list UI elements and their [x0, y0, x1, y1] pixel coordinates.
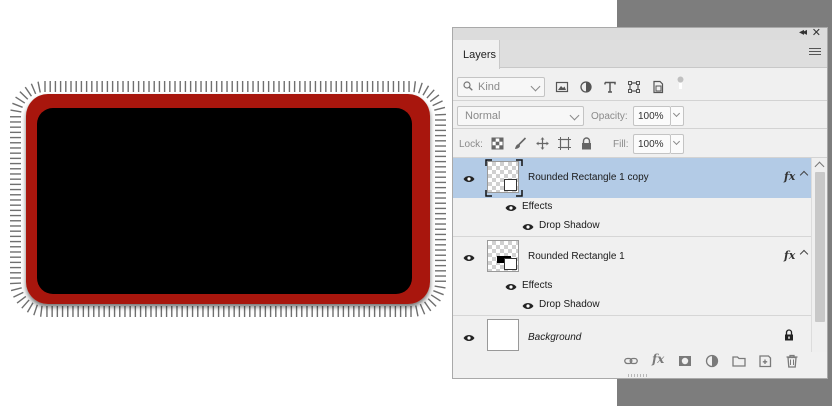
fill-dropdown[interactable]	[671, 134, 684, 154]
effects-label: Effects	[522, 201, 553, 212]
lock-icon	[785, 329, 793, 341]
effects-row[interactable]: Effects	[453, 277, 811, 296]
eye-icon[interactable]	[505, 204, 517, 212]
vector-mask-icon	[504, 179, 517, 191]
effect-row-drop-shadow[interactable]: Drop Shadow	[453, 217, 811, 236]
effect-name: Drop Shadow	[539, 220, 600, 231]
trash-icon[interactable]	[785, 354, 799, 368]
close-icon[interactable]: ✕	[812, 26, 821, 39]
lock-position-icon[interactable]	[536, 137, 549, 150]
pixel-filter-icon[interactable]	[555, 80, 569, 94]
eye-icon[interactable]	[522, 223, 534, 231]
effects-label: Effects	[522, 280, 553, 291]
selection-corners	[485, 159, 523, 197]
scroll-thumb[interactable]	[815, 172, 825, 322]
lock-label: Lock:	[459, 139, 483, 150]
blend-mode-select[interactable]: Normal	[457, 106, 584, 126]
fill-input[interactable]: 100%	[633, 134, 671, 154]
filter-toggle-icon[interactable]	[677, 76, 684, 89]
eye-icon[interactable]	[463, 254, 475, 262]
opacity-label: Opacity:	[591, 111, 628, 122]
layer-row-rounded-rectangle-1[interactable]: Rounded Rectangle 1 fx	[453, 237, 811, 277]
layer-thumbnail	[487, 319, 519, 351]
blend-mode-value: Normal	[465, 110, 501, 122]
black-rounded-rectangle	[37, 108, 412, 294]
mask-icon[interactable]	[678, 354, 692, 368]
kind-filter-select[interactable]: Kind	[457, 77, 545, 97]
vector-mask-icon	[504, 258, 517, 270]
layers-panel: ◂◂ ✕ Layers Kind Normal Opacity: 100% Lo…	[452, 27, 828, 379]
shape-filter-icon[interactable]	[627, 80, 641, 94]
kind-filter-label: Kind	[478, 81, 501, 93]
canvas-artwork	[10, 81, 446, 317]
double-chevron-icon[interactable]: ◂◂	[799, 27, 807, 38]
scroll-up-icon[interactable]	[814, 161, 825, 172]
collapse-effects-icon[interactable]	[799, 170, 809, 180]
lock-pixels-icon[interactable]	[514, 137, 527, 150]
layer-name[interactable]: Rounded Rectangle 1 copy	[528, 172, 649, 183]
blend-row: Normal Opacity: 100%	[453, 103, 827, 129]
adjustment-icon[interactable]	[705, 354, 719, 368]
chevron-down-icon	[530, 81, 541, 92]
eye-icon[interactable]	[463, 334, 475, 342]
tab-layers[interactable]: Layers	[453, 40, 500, 69]
lock-all-icon[interactable]	[580, 137, 593, 150]
new-layer-icon[interactable]	[758, 354, 772, 368]
lock-transparent-icon[interactable]	[491, 137, 504, 150]
opacity-dropdown[interactable]	[671, 106, 684, 126]
chevron-down-icon	[672, 109, 681, 118]
layer-row-background[interactable]: Background	[453, 316, 811, 356]
divider	[453, 128, 827, 129]
panel-title-bar: ◂◂ ✕	[453, 26, 827, 40]
chevron-down-icon	[569, 110, 580, 121]
layer-thumbnail	[485, 159, 523, 197]
panel-menu-icon[interactable]	[809, 48, 821, 58]
eye-icon[interactable]	[463, 175, 475, 183]
effect-row-drop-shadow[interactable]: Drop Shadow	[453, 296, 811, 315]
lock-artboard-icon[interactable]	[558, 137, 571, 150]
effects-row[interactable]: Effects	[453, 198, 811, 217]
filter-row: Kind	[453, 74, 827, 100]
eye-icon[interactable]	[505, 283, 517, 291]
layers-list: Rounded Rectangle 1 copy fx Effects Drop…	[453, 158, 811, 352]
chevron-down-icon	[672, 137, 681, 146]
panel-tab-bar: Layers	[453, 40, 827, 69]
layer-thumbnail	[487, 240, 519, 272]
eye-icon[interactable]	[522, 302, 534, 310]
lock-row: Lock: Fill: 100%	[453, 131, 827, 157]
layers-scrollbar[interactable]	[811, 158, 827, 352]
fx-icon[interactable]: fx	[652, 352, 666, 366]
layer-name[interactable]: Background	[528, 332, 581, 343]
resize-grip[interactable]	[628, 373, 648, 378]
smart-object-filter-icon[interactable]	[651, 80, 665, 94]
fx-icon: fx	[784, 249, 796, 262]
fx-icon: fx	[784, 170, 796, 183]
group-folder-icon[interactable]	[732, 354, 746, 368]
type-filter-icon[interactable]	[603, 80, 617, 94]
collapse-effects-icon[interactable]	[799, 249, 809, 259]
link-icon[interactable]	[624, 354, 638, 368]
opacity-input[interactable]: 100%	[633, 106, 671, 126]
layer-name[interactable]: Rounded Rectangle 1	[528, 251, 625, 262]
search-icon	[463, 81, 473, 91]
layer-row-rounded-rectangle-1-copy[interactable]: Rounded Rectangle 1 copy fx	[453, 158, 811, 198]
panel-bottom-bar: fx	[453, 351, 827, 371]
fill-label: Fill:	[613, 139, 629, 150]
effect-name: Drop Shadow	[539, 299, 600, 310]
divider	[453, 100, 827, 101]
adjustment-filter-icon[interactable]	[579, 80, 593, 94]
